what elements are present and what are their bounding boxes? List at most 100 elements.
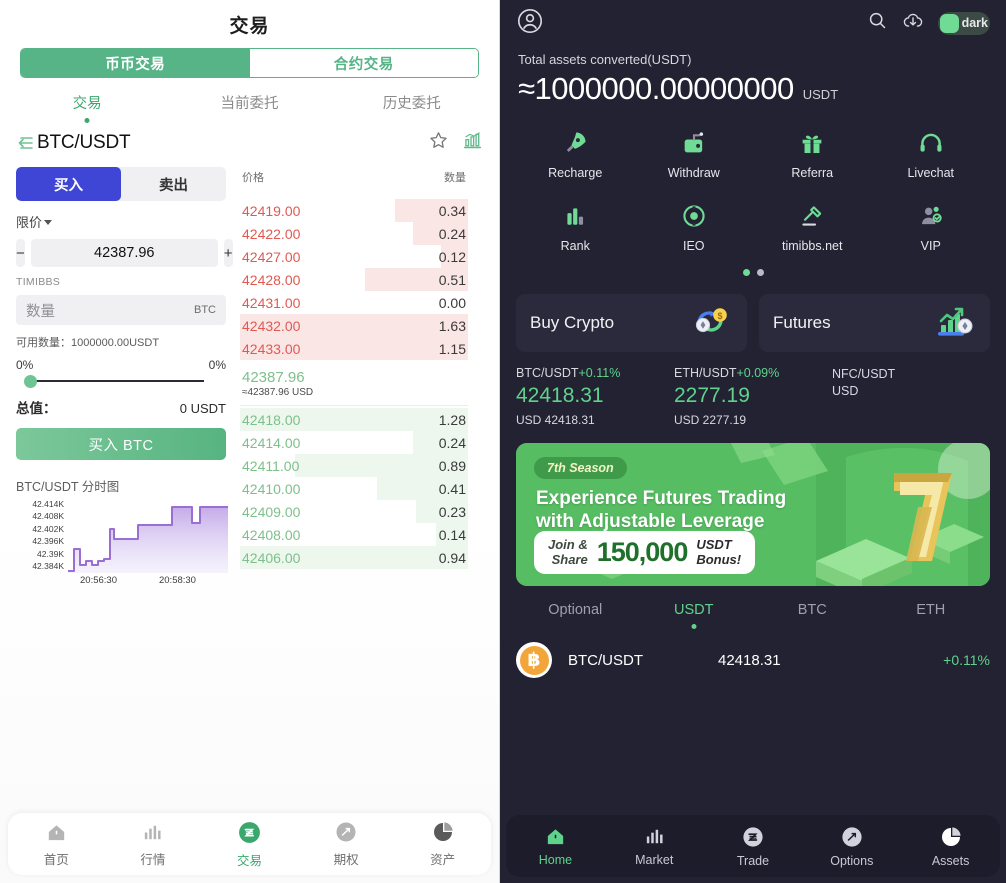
- market-tab-eth[interactable]: ETH: [872, 602, 991, 632]
- nav-item-trade[interactable]: 交易: [201, 820, 298, 869]
- order-book-row[interactable]: 42406.00 0.94: [240, 546, 468, 569]
- nav-item-trade[interactable]: Trade: [704, 825, 803, 868]
- ticker-nfc[interactable]: NFC/USDT USD: [832, 366, 990, 427]
- slider-track: [30, 380, 204, 382]
- quick-action-livechat[interactable]: Livechat: [872, 129, 991, 180]
- quick-action-rank[interactable]: Rank: [516, 202, 635, 253]
- quantity-placeholder: 数量: [26, 303, 55, 320]
- quick-action-label: Recharge: [548, 166, 603, 180]
- order-type-dropdown[interactable]: 限价: [16, 212, 226, 231]
- price-stepper: − +: [16, 239, 233, 267]
- subtab-trade[interactable]: 交易: [6, 92, 168, 125]
- banner-usdt: USDT: [696, 536, 732, 552]
- back-arrow-icon[interactable]: [16, 134, 36, 152]
- order-book-row[interactable]: 42414.00 0.24: [240, 431, 468, 454]
- price-decrement-button[interactable]: −: [16, 239, 25, 267]
- nav-label: Assets: [931, 853, 970, 868]
- card-futures[interactable]: Futures: [759, 294, 990, 352]
- quick-action-ieo[interactable]: IEO: [635, 202, 754, 253]
- order-book-row[interactable]: 42410.00 0.41: [240, 477, 468, 500]
- y-tick: 42.408K: [32, 511, 64, 522]
- pager-dot[interactable]: [756, 269, 764, 276]
- quantity-input[interactable]: 数量 BTC: [16, 295, 226, 325]
- price-increment-button[interactable]: +: [223, 239, 233, 267]
- order-price: 42427.00: [242, 248, 301, 265]
- bitcoin-icon: ฿: [516, 642, 552, 678]
- submit-buy-button[interactable]: 买入 BTC: [16, 428, 226, 460]
- amount-slider[interactable]: [16, 374, 226, 388]
- market-tab-optional[interactable]: Optional: [516, 602, 635, 632]
- options-icon: [336, 822, 356, 842]
- search-icon[interactable]: [867, 10, 888, 36]
- nav-item-assets[interactable]: Assets: [901, 825, 1000, 868]
- slider-knob[interactable]: [24, 375, 37, 388]
- download-cloud-icon[interactable]: [902, 10, 924, 37]
- ticker-pair: BTC/USDT: [516, 366, 579, 380]
- segment-spot[interactable]: 币币交易: [21, 49, 250, 77]
- market-symbol: BTC/USDT: [568, 651, 643, 669]
- total-assets-value: ≈1000000.00000000: [518, 71, 794, 106]
- order-price: 42410.00: [242, 480, 301, 497]
- theme-toggle[interactable]: dark: [938, 11, 990, 35]
- buy-tab[interactable]: 买入: [16, 167, 121, 201]
- card-buy-crypto[interactable]: Buy Crypto $: [516, 294, 747, 352]
- order-book-header: 价格 数量: [240, 167, 468, 185]
- subtab-history-orders[interactable]: 历史委托: [331, 92, 493, 125]
- user-avatar-icon[interactable]: [516, 7, 544, 40]
- ticker-pair: NFC/USDT: [832, 367, 896, 381]
- nav-item-home[interactable]: Home: [506, 825, 605, 867]
- order-book-row[interactable]: 42411.00 0.89: [240, 454, 468, 477]
- price-input[interactable]: [30, 239, 218, 267]
- x-tick: 20:58:30: [158, 575, 196, 586]
- market-bars-icon: [646, 829, 663, 844]
- rocket-icon: [567, 132, 586, 152]
- segment-futures[interactable]: 合约交易: [249, 49, 478, 77]
- quick-action-label: IEO: [682, 239, 705, 253]
- nav-item-options[interactable]: Options: [802, 825, 901, 868]
- order-quantity: 0.51: [438, 271, 466, 288]
- nav-item-market[interactable]: Market: [605, 825, 704, 867]
- buy-sell-toggle[interactable]: 买入 卖出: [16, 167, 226, 201]
- trade-mode-segmented[interactable]: 币币交易 合约交易: [20, 48, 479, 78]
- order-book-row[interactable]: 42408.00 0.14: [240, 523, 468, 546]
- pager-dot-active[interactable]: [742, 269, 750, 276]
- order-book-row[interactable]: 42409.00 0.23: [240, 500, 468, 523]
- ticker-sub: USD 42418.31: [516, 413, 595, 427]
- order-book-row[interactable]: 42432.00 1.63: [240, 314, 468, 337]
- market-tab-btc[interactable]: BTC: [753, 602, 872, 632]
- nav-item-market[interactable]: 行情: [105, 821, 202, 868]
- quick-action-recharge[interactable]: Recharge: [516, 129, 635, 180]
- ticker-eth[interactable]: ETH/USDT+0.09% 2277.19 USD 2277.19: [674, 366, 832, 427]
- sell-tab[interactable]: 卖出: [121, 167, 226, 201]
- ticker-btc[interactable]: BTC/USDT+0.11% 42418.31 USD 42418.31: [516, 366, 674, 427]
- quick-action-timibbs[interactable]: timibbs.net: [753, 202, 872, 253]
- y-tick: 42.384K: [32, 560, 64, 571]
- market-row[interactable]: ฿ BTC/USDT 42418.31 +0.11%: [500, 632, 1006, 678]
- order-book-row[interactable]: 42428.00 0.51: [240, 268, 468, 291]
- quick-action-vip[interactable]: VIP: [872, 202, 991, 253]
- ticker-sub: USD 2277.19: [674, 413, 747, 427]
- last-price: 42387.96: [242, 369, 305, 386]
- order-subtabs: 交易 当前委托 历史委托: [0, 92, 499, 125]
- order-book-row[interactable]: 42431.00 0.00: [240, 291, 468, 314]
- promo-banner[interactable]: 7th Season Experience Futures Trading wi…: [516, 443, 990, 586]
- nav-item-assets[interactable]: 资产: [394, 820, 491, 868]
- order-book-row[interactable]: 42433.00 1.15: [240, 337, 468, 360]
- quick-action-referral[interactable]: Referra: [753, 129, 872, 180]
- chart-bars-icon[interactable]: [462, 130, 483, 156]
- carousel-pager[interactable]: [500, 253, 1006, 276]
- last-price-usd: ≈42387.96 USD: [242, 387, 314, 398]
- app-root: 交易 币币交易 合约交易 交易 当前委托 历史委托 BTC/USDT 买入 卖出…: [0, 0, 1006, 883]
- order-book-row[interactable]: 42418.00 1.28: [240, 408, 468, 431]
- subtab-current-orders[interactable]: 当前委托: [168, 92, 330, 125]
- nav-item-home[interactable]: 首页: [8, 821, 105, 868]
- star-icon[interactable]: [428, 130, 449, 156]
- order-book-row[interactable]: 42422.00 0.24: [240, 222, 468, 245]
- card-title: Buy Crypto: [530, 313, 615, 332]
- order-book-row[interactable]: 42419.00 0.34: [240, 199, 468, 222]
- nav-item-options[interactable]: 期权: [298, 820, 395, 868]
- market-tab-usdt[interactable]: USDT: [635, 602, 754, 632]
- quick-action-withdraw[interactable]: Withdraw: [635, 129, 754, 180]
- order-quantity: 0.34: [438, 202, 466, 219]
- order-book-row[interactable]: 42427.00 0.12: [240, 245, 468, 268]
